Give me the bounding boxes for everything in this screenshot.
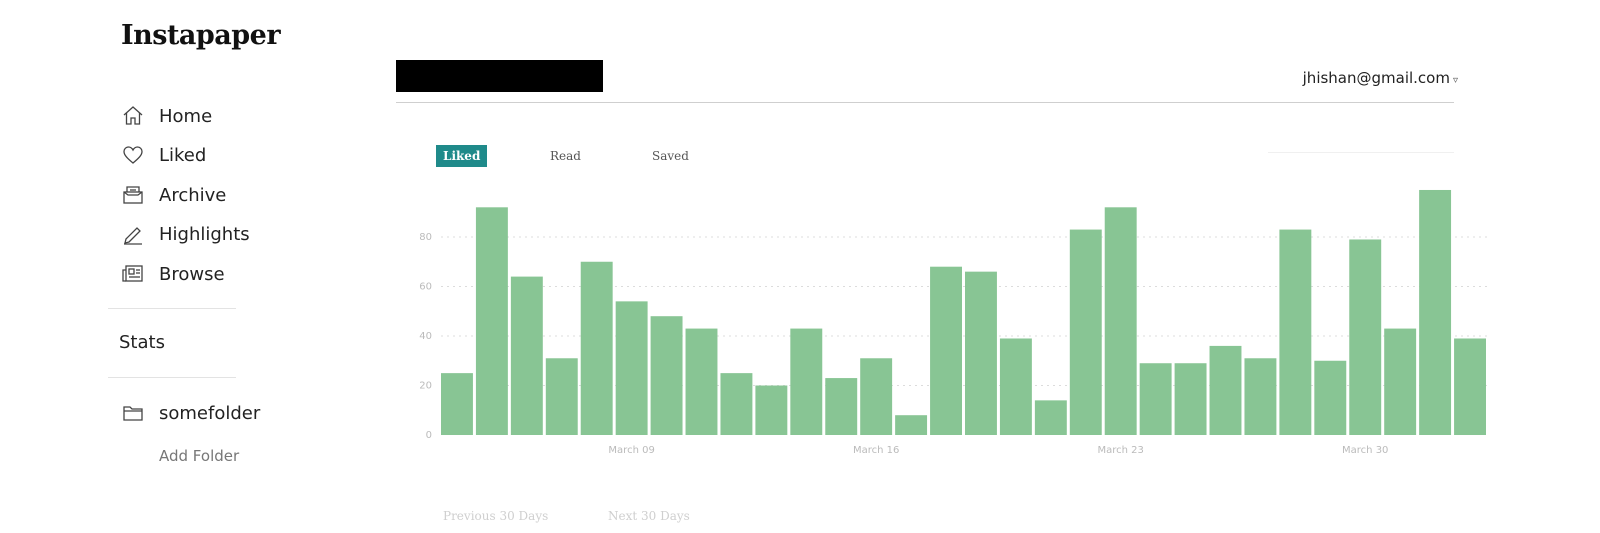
- chart-bar[interactable]: [1419, 189, 1452, 435]
- chart-bar[interactable]: [475, 207, 508, 435]
- x-tick-label: March 23: [1098, 445, 1144, 456]
- chart-bar[interactable]: [860, 358, 893, 435]
- chart-bar[interactable]: [1279, 229, 1312, 435]
- chart-bar[interactable]: [1244, 358, 1277, 435]
- chart-bar[interactable]: [1139, 363, 1172, 436]
- chart-bar[interactable]: [790, 328, 823, 435]
- chart-bar[interactable]: [999, 338, 1032, 436]
- chart-bar[interactable]: [825, 378, 858, 435]
- chart-bar[interactable]: [615, 301, 648, 435]
- y-tick-label: 20: [419, 381, 432, 392]
- chart-bar[interactable]: [1314, 360, 1347, 435]
- next-30-days-link[interactable]: Next 30 Days: [608, 509, 690, 523]
- chart-bar[interactable]: [1174, 363, 1207, 436]
- chart-bar[interactable]: [650, 316, 683, 435]
- y-tick-label: 0: [426, 430, 432, 441]
- y-tick-label: 80: [419, 232, 432, 243]
- chart-bar[interactable]: [755, 385, 788, 436]
- chart-bar[interactable]: [930, 266, 962, 435]
- x-tick-label: March 30: [1342, 445, 1388, 456]
- chart-bar[interactable]: [1034, 400, 1067, 435]
- chart-bar[interactable]: [895, 415, 928, 435]
- previous-30-days-link[interactable]: Previous 30 Days: [443, 509, 548, 523]
- chart-bar[interactable]: [545, 358, 578, 435]
- chart-bar[interactable]: [1104, 207, 1137, 435]
- x-tick-label: March 09: [608, 445, 654, 456]
- chart-bar[interactable]: [580, 261, 613, 435]
- chart-bar[interactable]: [1209, 345, 1242, 435]
- y-tick-label: 60: [419, 282, 432, 293]
- chart-bar[interactable]: [685, 328, 718, 435]
- chart-bar[interactable]: [510, 276, 543, 435]
- chart-bar[interactable]: [441, 373, 473, 436]
- chart-bar[interactable]: [720, 373, 753, 436]
- x-tick-label: March 16: [853, 445, 899, 456]
- y-tick-label: 40: [419, 331, 432, 342]
- chart-bar[interactable]: [1454, 338, 1486, 436]
- chart-bar[interactable]: [1069, 229, 1102, 435]
- chart-bar[interactable]: [965, 271, 997, 435]
- chart-bar[interactable]: [1384, 328, 1417, 435]
- stats-bar-chart: 0 20 40 60 80 March 09 March 16 March 23 March 3…: [419, 189, 1489, 456]
- chart-bar[interactable]: [1349, 239, 1382, 435]
